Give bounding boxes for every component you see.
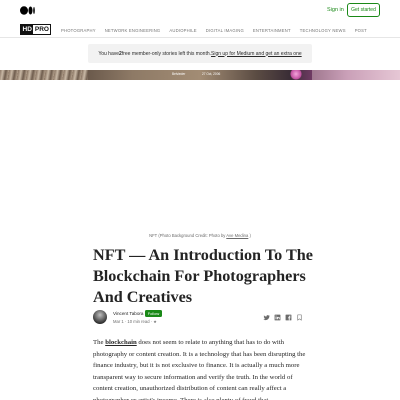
twitter-icon[interactable]: [263, 314, 270, 321]
nav-item-entertainment[interactable]: ENTERTAINMENT: [253, 28, 291, 33]
nav-item-audiophile[interactable]: AUDIOPHILE: [169, 28, 196, 33]
nav-links: PHOTOGRAPHY NETWORK ENGINEERING AUDIOPHI…: [61, 28, 376, 33]
get-started-button[interactable]: Get started: [347, 3, 380, 17]
article-body: The blockchain does not seem to relate t…: [93, 337, 307, 400]
facebook-icon[interactable]: [285, 314, 292, 321]
caption-credit-link[interactable]: Ave Medina: [226, 233, 248, 238]
nav-item-photography[interactable]: PHOTOGRAPHY: [61, 28, 96, 33]
hero-image-right: [312, 70, 400, 80]
article-meta: Mar 1 · 10 min read · ★: [113, 319, 158, 324]
medium-logo-icon[interactable]: [20, 6, 35, 15]
nav-item-post[interactable]: POST: [355, 28, 367, 33]
banner-prefix: You have: [98, 50, 120, 57]
author-row: Vincent Tabora Follow Mar 1 · 10 min rea…: [93, 310, 307, 326]
author-avatar[interactable]: [93, 310, 107, 324]
body-paragraph: does not seem to relate to anything that…: [93, 339, 306, 400]
top-bar: Sign in Get started: [0, 0, 400, 22]
body-intro: The: [93, 339, 106, 346]
article-title: NFT — An Introduction To The Blockchain …: [93, 246, 313, 306]
sign-in-link[interactable]: Sign in: [327, 7, 344, 13]
nav-item-digital-imaging[interactable]: DIGITAL IMAGING: [206, 28, 244, 33]
author-name[interactable]: Vincent Tabora: [113, 311, 143, 316]
hero-image-center: [88, 70, 312, 80]
logo-text-pro: PRO: [33, 25, 51, 34]
nav-item-technology-news[interactable]: TECHNOLOGY NEWS: [300, 28, 346, 33]
blockchain-link[interactable]: blockchain: [105, 339, 137, 346]
hero-image: Belvieder 27 Oct, 2006: [0, 70, 400, 80]
logo-text-hd: HD: [21, 25, 34, 34]
hero-tag-date: 27 Oct, 2006: [202, 71, 221, 76]
publication-nav: HD PRO PHOTOGRAPHY NETWORK ENGINEERING A…: [0, 21, 400, 38]
image-caption: NFT (Photo Background Credit: Photo by A…: [0, 233, 400, 238]
signup-link[interactable]: Sign up for Medium and get an extra one: [211, 51, 302, 57]
nav-item-network-engineering[interactable]: NETWORK ENGINEERING: [105, 28, 161, 33]
bookmark-icon[interactable]: [296, 314, 303, 321]
hero-tag-name: Belvieder: [172, 71, 186, 76]
caption-text: NFT (Photo Background Credit: Photo by: [149, 233, 227, 238]
banner-middle: free member-only stories left this month…: [121, 50, 212, 57]
member-banner: You have 2 free member-only stories left…: [88, 44, 312, 63]
follow-button[interactable]: Follow: [145, 310, 162, 317]
share-icons: [263, 314, 303, 321]
hdpro-logo[interactable]: HD PRO: [20, 24, 52, 35]
linkedin-icon[interactable]: [274, 314, 281, 321]
hero-image-left: [0, 70, 88, 80]
caption-suffix: ): [248, 233, 251, 238]
